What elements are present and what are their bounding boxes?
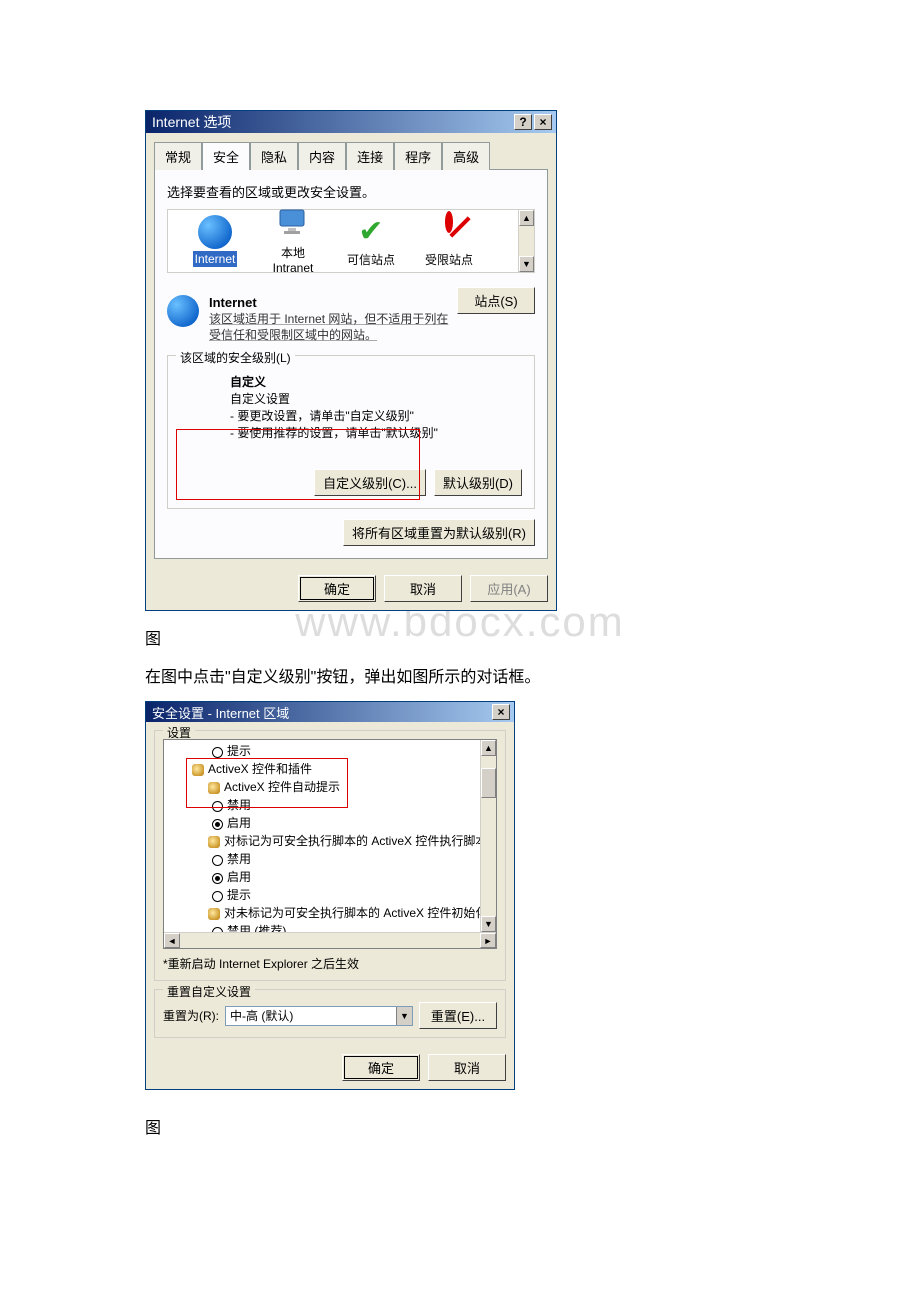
ok-button[interactable]: 确定 bbox=[298, 575, 376, 602]
gear-icon bbox=[208, 908, 220, 920]
custom-sub: 自定义设置 bbox=[230, 391, 522, 408]
gear-icon bbox=[208, 836, 220, 848]
zone-restricted-label: 受限站点 bbox=[425, 251, 473, 268]
body-text-1: 在图中点击"自定义级别"按钮，弹出如图所示的对话框。 bbox=[145, 663, 775, 687]
tree-safe-prompt[interactable]: 提示 bbox=[168, 886, 492, 904]
level-buttons-row: 自定义级别(C)... 默认级别(D) bbox=[180, 469, 522, 496]
radio-icon bbox=[212, 891, 223, 902]
tree-auto-enable[interactable]: 启用 bbox=[168, 814, 492, 832]
dialog2-title: 安全设置 - Internet 区域 bbox=[150, 703, 490, 722]
security-level-fieldset: 该区域的安全级别(L) 自定义 自定义设置 - 要更改设置，请单击"自定义级别"… bbox=[167, 355, 535, 509]
settings-tree-panel: 提示 ActiveX 控件和插件 ActiveX 控件自动提示 禁用 启用 对标… bbox=[163, 739, 497, 949]
tab-programs[interactable]: 程序 bbox=[394, 142, 442, 170]
reset-all-row: 将所有区域重置为默认级别(R) bbox=[167, 519, 535, 546]
custom-line2: - 要使用推荐的设置，请单击"默认级别" bbox=[230, 425, 522, 442]
tab-connections[interactable]: 连接 bbox=[346, 142, 394, 170]
scroll-up-icon[interactable]: ▲ bbox=[481, 740, 496, 756]
custom-level-block: 自定义 自定义设置 - 要更改设置，请单击"自定义级别" - 要使用推荐的设置，… bbox=[230, 374, 522, 441]
zone-internet[interactable]: Internet bbox=[176, 215, 254, 267]
reset-button[interactable]: 重置(E)... bbox=[419, 1002, 497, 1029]
tab-body: 选择要查看的区域或更改安全设置。 Internet 本地 Intranet ✔ … bbox=[154, 169, 548, 559]
tree-scrollbar-vertical[interactable]: ▲ ▼ bbox=[480, 740, 496, 932]
ok-button-2[interactable]: 确定 bbox=[342, 1054, 420, 1081]
dropdown-arrow-icon: ▼ bbox=[396, 1007, 412, 1025]
gear-icon bbox=[208, 782, 220, 794]
radio-on-icon bbox=[212, 819, 223, 830]
tree-activex-auto-prompt: ActiveX 控件自动提示 bbox=[168, 778, 492, 796]
apply-button[interactable]: 应用(A) bbox=[470, 575, 548, 602]
custom-line1: - 要更改设置，请单击"自定义级别" bbox=[230, 408, 522, 425]
tab-general[interactable]: 常规 bbox=[154, 142, 202, 170]
zone-instruction-label: 选择要查看的区域或更改安全设置。 bbox=[167, 182, 535, 201]
settings-tree-content: 提示 ActiveX 控件和插件 ActiveX 控件自动提示 禁用 启用 对标… bbox=[164, 740, 496, 949]
figure-caption-1: 图 bbox=[145, 625, 775, 649]
dialog-title: Internet 选项 bbox=[150, 112, 512, 132]
tree-safe-script: 对标记为可安全执行脚本的 ActiveX 控件执行脚本* bbox=[168, 832, 492, 850]
tree-unsafe-script: 对未标记为可安全执行脚本的 ActiveX 控件初始化并执 bbox=[168, 904, 492, 922]
scroll-thumb[interactable] bbox=[481, 768, 496, 798]
selected-zone-description: 该区域适用于 Internet 网站，但不适用于列在受信任和受限制区域中的网站。 bbox=[209, 312, 457, 343]
reset-dropdown[interactable]: 中-高 (默认) ▼ bbox=[225, 1006, 413, 1026]
forbid-icon bbox=[432, 215, 466, 249]
titlebar-2: 安全设置 - Internet 区域 × bbox=[146, 702, 514, 722]
tree-safe-disable[interactable]: 禁用 bbox=[168, 850, 492, 868]
titlebar: Internet 选项 ? × bbox=[146, 111, 556, 133]
zone-trusted-label: 可信站点 bbox=[347, 251, 395, 268]
reset-all-zones-button[interactable]: 将所有区域重置为默认级别(R) bbox=[343, 519, 535, 546]
restart-note: *重新启动 Internet Explorer 之后生效 bbox=[163, 955, 497, 972]
dialog2-buttons: 确定 取消 bbox=[146, 1046, 514, 1089]
scroll-right-icon[interactable]: ► bbox=[480, 933, 496, 948]
tree-scrollbar-horizontal[interactable]: ◄ ► bbox=[164, 932, 496, 948]
zone-intranet[interactable]: 本地 Intranet bbox=[254, 208, 332, 275]
zone-selector-panel: Internet 本地 Intranet ✔ 可信站点 受限站点 bbox=[167, 209, 535, 273]
tree-prompt-0[interactable]: 提示 bbox=[168, 742, 492, 760]
monitor-icon bbox=[276, 208, 310, 242]
settings-fieldset: 设置 提示 ActiveX 控件和插件 ActiveX 控件自动提示 禁用 启用… bbox=[154, 730, 506, 981]
close-button[interactable]: × bbox=[534, 114, 552, 130]
tabs-row: 常规 安全 隐私 内容 连接 程序 高级 bbox=[146, 133, 556, 169]
zone-scrollbar[interactable]: ▲ ▼ bbox=[518, 210, 534, 272]
tab-advanced[interactable]: 高级 bbox=[442, 142, 490, 170]
tree-safe-enable[interactable]: 启用 bbox=[168, 868, 492, 886]
tab-content[interactable]: 内容 bbox=[298, 142, 346, 170]
custom-title: 自定义 bbox=[230, 374, 522, 391]
check-icon: ✔ bbox=[354, 215, 388, 249]
radio-icon bbox=[212, 855, 223, 866]
zone-intranet-label: 本地 Intranet bbox=[273, 244, 314, 275]
tab-security[interactable]: 安全 bbox=[202, 142, 250, 170]
gear-icon bbox=[192, 764, 204, 776]
zone-trusted[interactable]: ✔ 可信站点 bbox=[332, 215, 410, 268]
radio-icon bbox=[212, 801, 223, 812]
security-settings-dialog: 安全设置 - Internet 区域 × 设置 提示 ActiveX 控件和插件… bbox=[145, 701, 515, 1090]
scroll-down-icon[interactable]: ▼ bbox=[481, 916, 496, 932]
dialog-buttons: 确定 取消 应用(A) bbox=[146, 567, 556, 610]
custom-level-button[interactable]: 自定义级别(C)... bbox=[314, 469, 426, 496]
internet-options-dialog: Internet 选项 ? × 常规 安全 隐私 内容 连接 程序 高级 选择要… bbox=[145, 110, 557, 611]
zone-restricted[interactable]: 受限站点 bbox=[410, 215, 488, 268]
figure-caption-2: 图 bbox=[145, 1114, 775, 1138]
cancel-button[interactable]: 取消 bbox=[384, 575, 462, 602]
reset-legend: 重置自定义设置 bbox=[163, 983, 255, 1000]
radio-on-icon bbox=[212, 873, 223, 884]
default-level-button[interactable]: 默认级别(D) bbox=[434, 469, 522, 496]
close-button-2[interactable]: × bbox=[492, 704, 510, 720]
security-level-legend: 该区域的安全级别(L) bbox=[176, 349, 295, 366]
sites-button[interactable]: 站点(S) bbox=[457, 287, 535, 314]
scroll-up-arrow[interactable]: ▲ bbox=[519, 210, 534, 226]
reset-label: 重置为(R): bbox=[163, 1007, 219, 1024]
help-button[interactable]: ? bbox=[514, 114, 532, 130]
tab-privacy[interactable]: 隐私 bbox=[250, 142, 298, 170]
tree-activex-group: ActiveX 控件和插件 bbox=[168, 760, 492, 778]
scroll-left-icon[interactable]: ◄ bbox=[164, 933, 180, 948]
tree-auto-disable[interactable]: 禁用 bbox=[168, 796, 492, 814]
cancel-button-2[interactable]: 取消 bbox=[428, 1054, 506, 1081]
reset-custom-fieldset: 重置自定义设置 重置为(R): 中-高 (默认) ▼ 重置(E)... bbox=[154, 989, 506, 1038]
zone-internet-label: Internet bbox=[193, 251, 238, 267]
reset-dropdown-value: 中-高 (默认) bbox=[230, 1007, 293, 1024]
radio-icon bbox=[212, 747, 223, 758]
selected-zone-globe-icon bbox=[167, 295, 199, 327]
selected-zone-title: Internet bbox=[209, 295, 457, 310]
globe-icon bbox=[198, 215, 232, 249]
scroll-down-arrow[interactable]: ▼ bbox=[519, 256, 534, 272]
